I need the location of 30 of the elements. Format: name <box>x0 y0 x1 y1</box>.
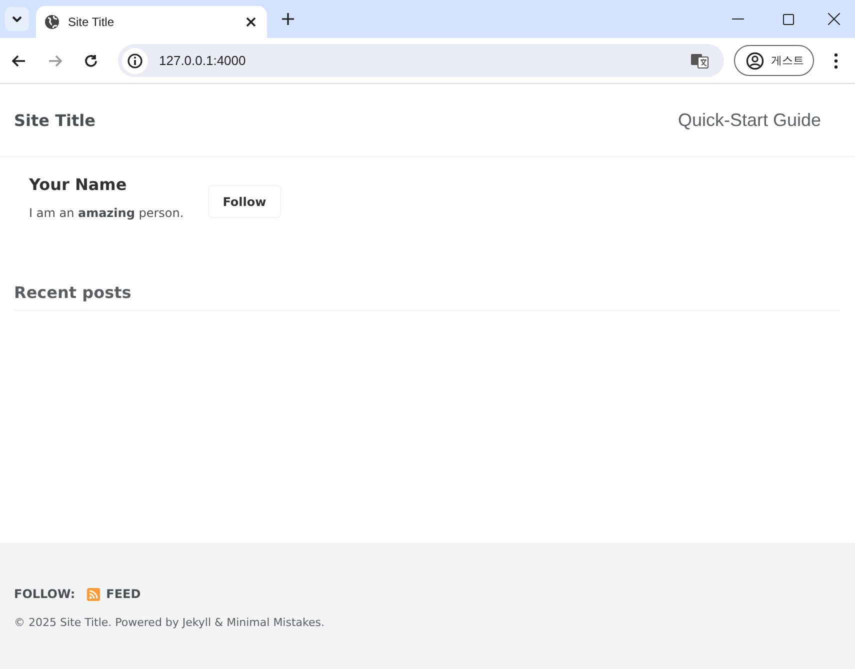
nav-link[interactable]: Quick-Start Guide <box>678 110 821 130</box>
chevron-down-icon <box>12 16 22 22</box>
person-icon <box>746 52 764 70</box>
profile-button[interactable]: 게스트 <box>734 45 814 76</box>
translate-icon[interactable] <box>691 52 709 68</box>
close-icon[interactable] <box>246 17 256 27</box>
author-name: Your Name <box>29 175 128 194</box>
copyright-text: © 2025 Site Title. Powered by Jekyll & Minimal Mistakes. <box>14 616 326 629</box>
info-icon[interactable] <box>127 52 143 68</box>
close-icon[interactable] <box>828 13 840 25</box>
rss-icon <box>87 588 100 600</box>
address-bar[interactable]: 127.0.0.1:4000 <box>118 44 724 77</box>
maximize-icon[interactable] <box>783 14 794 24</box>
tab-title: Site Title <box>68 15 116 29</box>
feed-link[interactable]: FEED <box>87 587 141 601</box>
site-title-link[interactable]: Site Title <box>14 110 96 130</box>
new-tab-icon[interactable] <box>282 13 294 25</box>
browser-tab[interactable]: Site Title <box>36 6 267 38</box>
globe-icon <box>44 14 60 30</box>
tab-list-button[interactable] <box>5 7 29 31</box>
url-text: 127.0.0.1:4000 <box>159 53 246 68</box>
reload-icon[interactable] <box>84 54 98 68</box>
forward-arrow-icon[interactable] <box>48 54 62 66</box>
more-icon[interactable] <box>834 52 838 68</box>
minimize-icon[interactable] <box>732 18 744 20</box>
author-bio: I am an amazing person. <box>29 206 184 220</box>
follow-button[interactable]: Follow <box>208 185 282 218</box>
back-arrow-icon[interactable] <box>12 54 26 66</box>
follow-label: FOLLOW: <box>14 587 76 601</box>
section-heading: Recent posts <box>14 283 840 311</box>
